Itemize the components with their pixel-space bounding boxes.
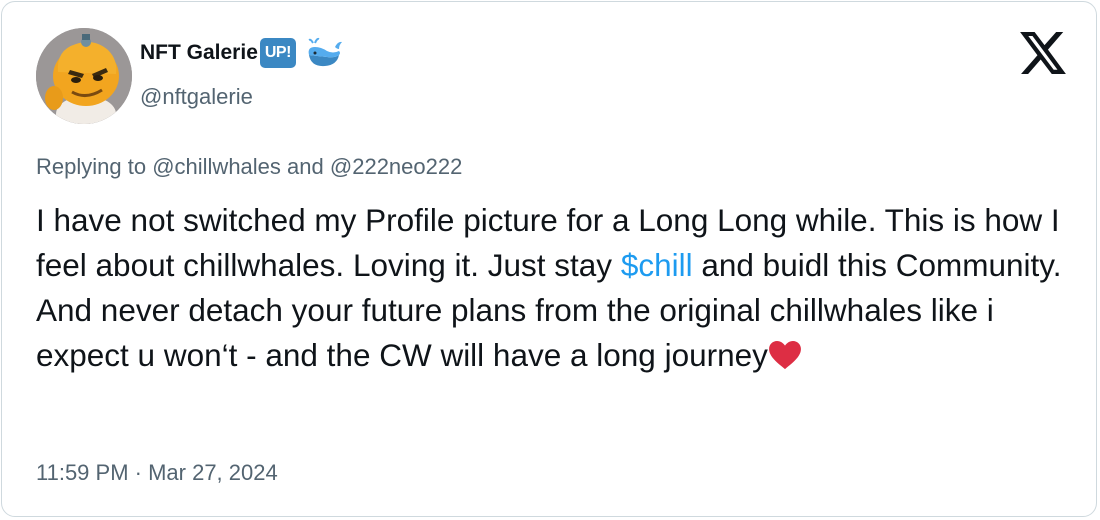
x-logo-icon[interactable] (1020, 32, 1066, 74)
cashtag-link[interactable]: $chill (621, 247, 693, 283)
reply-separator: and (287, 154, 324, 179)
reply-context: Replying to @chillwhales and @222neo222 (36, 154, 462, 180)
author-name-row: NFT Galerie UP! (140, 36, 343, 70)
reply-prefix: Replying to (36, 154, 147, 179)
reply-mention[interactable]: @chillwhales (152, 154, 281, 179)
up-badge: UP! (259, 38, 296, 68)
reply-mention[interactable]: @222neo222 (330, 154, 462, 179)
author-handle[interactable]: @nftgalerie (140, 84, 253, 110)
whale-icon (308, 37, 342, 67)
cartoon-character-avatar (36, 28, 132, 124)
author-display-name[interactable]: NFT Galerie (140, 41, 258, 65)
tweet-text: I have not switched my Profile picture f… (36, 198, 1076, 378)
heart-icon (768, 340, 801, 370)
avatar[interactable] (36, 28, 132, 124)
tweet-card[interactable]: NFT Galerie UP! @nftgalerie Replying to … (1, 1, 1097, 517)
tweet-timestamp[interactable]: 11:59 PM · Mar 27, 2024 (36, 460, 278, 486)
